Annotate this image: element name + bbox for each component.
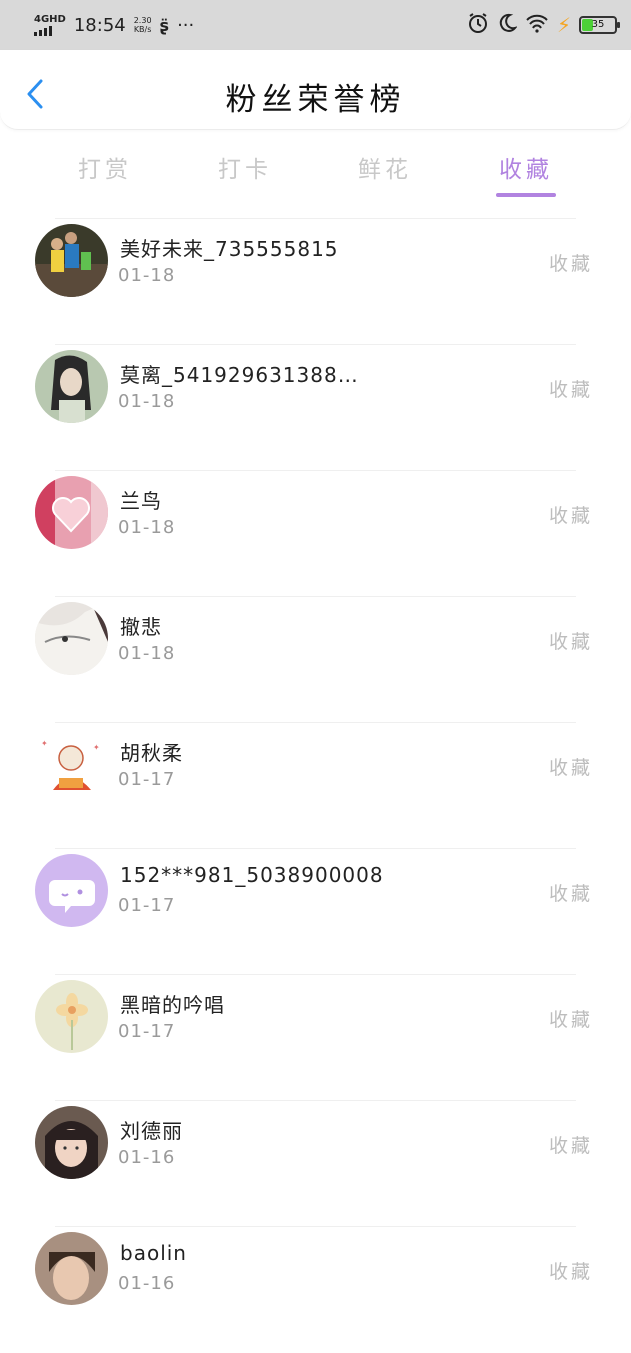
favorite-action: 收藏 [548,505,593,527]
date: 01-18 [118,391,176,412]
user-name: 兰鸟 [120,489,162,513]
date: 01-18 [118,643,176,664]
signal-icon: 4GHD [34,13,66,36]
more-notifications-icon: ··· [177,14,195,36]
user-name: baolin [120,1241,187,1265]
avatar [35,602,108,675]
favorite-action: 收藏 [548,757,593,779]
wifi-icon [525,13,549,38]
list-item[interactable]: 美好未来_735555815 01-18 收藏 [35,218,590,344]
list-item[interactable]: 152***981_5038900008 01-17 收藏 [35,848,590,974]
user-name: 刘德丽 [120,1119,183,1143]
avatar [35,980,108,1053]
tab-bar: 打赏 打卡 鲜花 收藏 [0,140,631,200]
favorite-action: 收藏 [548,379,593,401]
charging-icon: ⚡ [556,13,571,37]
battery-icon: 35 [579,16,620,34]
nav-bar: 粉丝荣誉榜 [0,50,631,130]
user-name: 152***981_5038900008 [120,863,384,887]
network-type: 4GHD [34,13,66,25]
svg-text:✦: ✦ [41,739,48,748]
favorite-action: 收藏 [548,1135,593,1157]
avatar [35,224,108,297]
user-name: 胡秋柔 [120,741,183,765]
tab-favorites[interactable]: 收藏 [491,150,561,184]
date: 01-16 [118,1273,176,1294]
date: 01-17 [118,1021,176,1042]
list-item[interactable]: 兰鸟 01-18 收藏 [35,470,590,596]
avatar [35,476,108,549]
network-speed: 2.30 KB/s [133,16,152,34]
list-item[interactable]: baolin 01-16 收藏 [35,1226,590,1352]
date: 01-17 [118,769,176,790]
date: 01-16 [118,1147,176,1168]
favorite-action: 收藏 [548,883,593,905]
date: 01-18 [118,265,176,286]
avatar [35,854,108,927]
alarm-icon [467,12,489,39]
status-left: 4GHD 18:54 2.30 KB/s ʂ̈ ··· [34,13,467,36]
user-name: 黑暗的吟唱 [120,993,225,1017]
notification-icon: ʂ̈ [159,15,170,35]
fan-list: 美好未来_735555815 01-18 收藏 莫离_541929631388…… [0,218,631,1352]
date: 01-17 [118,895,176,916]
svg-text:✦: ✦ [93,743,100,752]
list-item[interactable]: 黑暗的吟唱 01-17 收藏 [35,974,590,1100]
moon-icon [497,13,518,38]
status-right: ⚡ 35 [467,12,620,39]
user-name: 莫离_541929631388… [120,363,359,387]
tab-checkin[interactable]: 打卡 [210,150,280,184]
avatar [35,1232,108,1305]
list-item[interactable]: 莫离_541929631388… 01-18 收藏 [35,344,590,470]
avatar [35,1106,108,1179]
date: 01-18 [118,517,176,538]
user-name: 撤悲 [120,615,162,639]
avatar: ✦ ✦ [35,728,108,801]
tab-flowers[interactable]: 鲜花 [350,150,420,184]
clock: 18:54 [73,14,126,36]
active-tab-indicator [496,193,556,197]
favorite-action: 收藏 [548,631,593,653]
user-name: 美好未来_735555815 [120,237,339,261]
tab-reward[interactable]: 打赏 [70,150,140,184]
avatar [35,350,108,423]
list-item[interactable]: ✦ ✦ 胡秋柔 01-17 收藏 [35,722,590,848]
favorite-action: 收藏 [548,1009,593,1031]
page-title: 粉丝荣誉榜 [225,82,406,118]
list-item[interactable]: 刘德丽 01-16 收藏 [35,1100,590,1226]
status-bar: 4GHD 18:54 2.30 KB/s ʂ̈ ··· ⚡ 35 [0,0,631,50]
battery-level: 35 [591,19,605,30]
favorite-action: 收藏 [548,253,593,275]
list-item[interactable]: 撤悲 01-18 收藏 [35,596,590,722]
